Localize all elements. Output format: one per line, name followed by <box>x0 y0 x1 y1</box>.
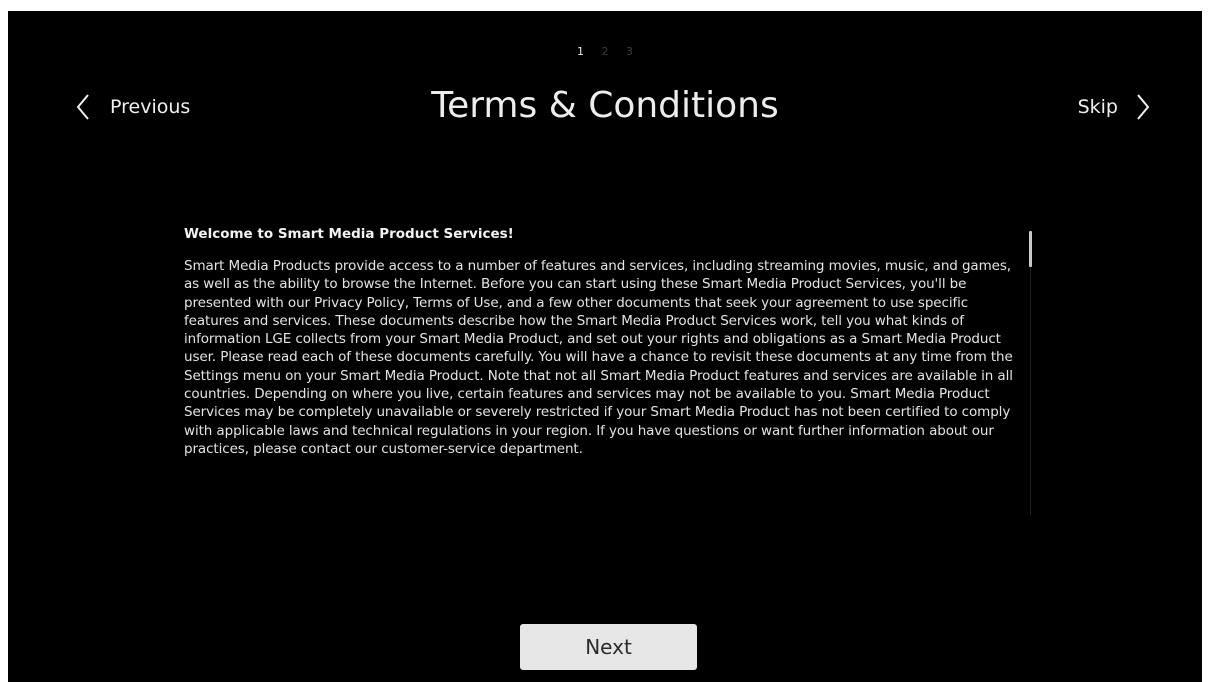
scroll-track[interactable] <box>1030 231 1031 515</box>
setup-screen: 1 2 3 Previous Terms & Conditions Skip W… <box>8 11 1202 682</box>
skip-button[interactable]: Skip <box>1078 91 1150 123</box>
terms-heading: Welcome to Smart Media Product Services! <box>184 226 514 242</box>
step-3: 3 <box>626 45 633 58</box>
scrollbar-thumb[interactable] <box>1029 231 1032 267</box>
terms-scroll-area[interactable]: Welcome to Smart Media Product Services!… <box>184 225 1024 539</box>
skip-label: Skip <box>1077 96 1118 118</box>
step-2: 2 <box>601 45 609 58</box>
chevron-right-icon <box>1118 93 1150 121</box>
page-title: Terms & Conditions <box>431 85 779 126</box>
step-indicator: 1 2 3 <box>8 45 1202 59</box>
next-button[interactable]: Next <box>520 624 697 670</box>
step-1: 1 <box>577 45 584 58</box>
terms-body: Smart Media Products provide access to a… <box>184 258 1013 457</box>
